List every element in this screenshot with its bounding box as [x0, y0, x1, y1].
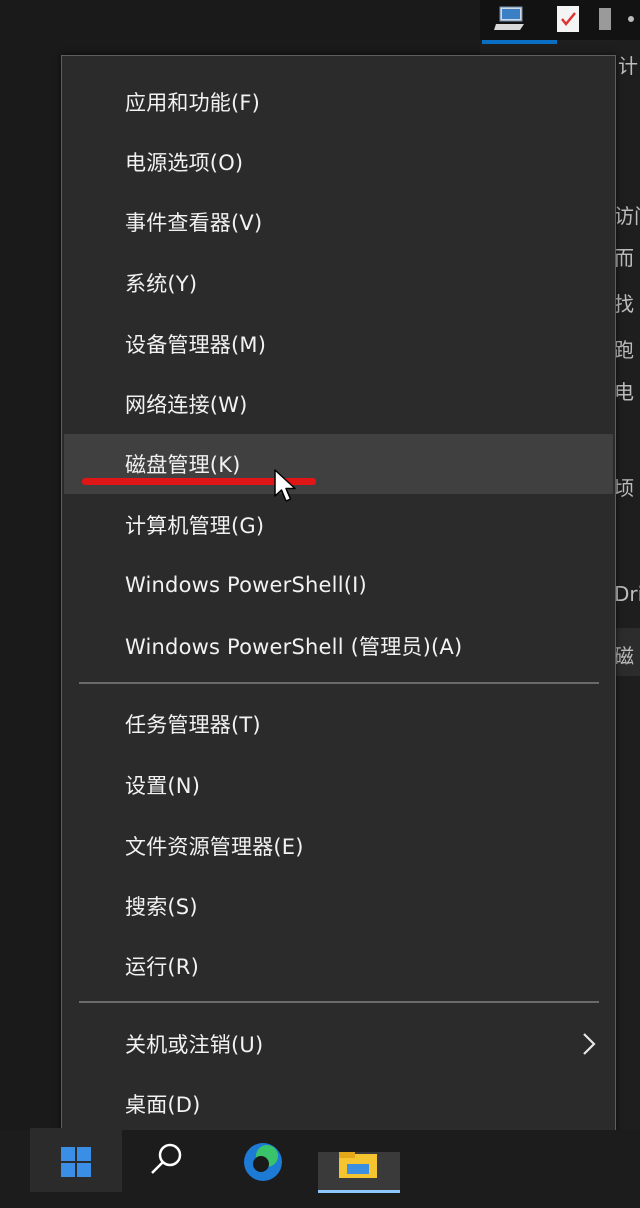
- background-text: 顷: [614, 476, 634, 500]
- document-icon[interactable]: [596, 4, 616, 34]
- background-text: Dri: [614, 582, 640, 606]
- menu-item-device-manager[interactable]: 设备管理器(M): [64, 314, 613, 374]
- background-text: 而: [614, 246, 634, 270]
- background-window-accent: [482, 40, 557, 44]
- menu-item-run[interactable]: 运行(R): [64, 936, 613, 996]
- menu-item-file-explorer[interactable]: 文件资源管理器(E): [64, 816, 613, 876]
- background-text: 计: [618, 54, 638, 78]
- menu-item-event-viewer[interactable]: 事件查看器(V): [64, 192, 613, 252]
- computer-icon[interactable]: [492, 4, 528, 34]
- menu-item-settings[interactable]: 设置(N): [64, 755, 613, 815]
- menu-item-powershell-admin[interactable]: Windows PowerShell (管理员)(A): [64, 616, 613, 676]
- background-text: 电: [614, 380, 634, 404]
- mouse-cursor-icon: [274, 469, 296, 502]
- taskbar-running-indicator: [318, 1190, 400, 1193]
- background-text: 跑: [614, 338, 634, 362]
- menu-item-disk-management[interactable]: 磁盘管理(K): [64, 434, 613, 494]
- background-text: 访问: [614, 204, 640, 228]
- chevron-right-icon: [583, 1033, 596, 1055]
- menu-item-apps-and-features[interactable]: 应用和功能(F): [64, 72, 613, 132]
- search-icon[interactable]: [146, 1140, 186, 1180]
- edge-icon[interactable]: [238, 1138, 288, 1182]
- menu-separator: [79, 682, 599, 684]
- file-explorer-icon[interactable]: [337, 1150, 379, 1180]
- background-text: 磁: [614, 644, 634, 668]
- menu-item-power-options[interactable]: 电源选项(O): [64, 132, 613, 192]
- menu-item-desktop[interactable]: 桌面(D): [64, 1074, 613, 1134]
- windows-start-icon[interactable]: [59, 1145, 93, 1179]
- menu-item-powershell[interactable]: Windows PowerShell(I): [64, 555, 613, 615]
- menu-item-shutdown-or-signout[interactable]: 关机或注销(U): [64, 1014, 613, 1074]
- menu-item-network-connections[interactable]: 网络连接(W): [64, 374, 613, 434]
- background-text: 找: [614, 292, 634, 316]
- menu-item-computer-management[interactable]: 计算机管理(G): [64, 495, 613, 555]
- menu-item-system[interactable]: 系统(Y): [64, 253, 613, 313]
- winx-context-menu: 应用和功能(F) 电源选项(O) 事件查看器(V) 系统(Y) 设备管理器(M)…: [61, 55, 616, 1149]
- menu-separator: [79, 1001, 599, 1003]
- notepad-icon[interactable]: [554, 4, 582, 34]
- menu-item-task-manager[interactable]: 任务管理器(T): [64, 694, 613, 754]
- menu-item-search[interactable]: 搜索(S): [64, 876, 613, 936]
- more-icon[interactable]: [622, 4, 640, 34]
- menu-item-label: 关机或注销(U): [125, 1033, 264, 1057]
